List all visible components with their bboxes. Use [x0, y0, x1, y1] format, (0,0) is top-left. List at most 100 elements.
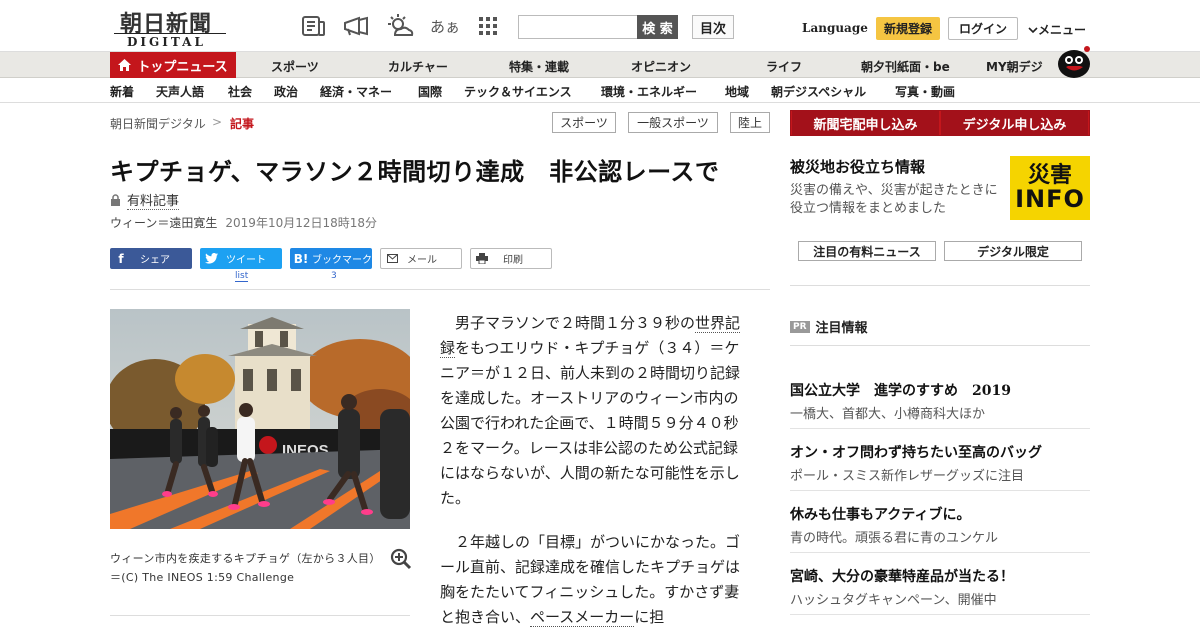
ad-title[interactable]: オン・オフ問わず持ちたい至高のバッグ [790, 442, 1042, 462]
mail-share-label: メール [407, 255, 437, 266]
twitter-count[interactable]: list [235, 271, 249, 282]
pr-badge: PR [790, 320, 810, 333]
twitter-share-button[interactable]: ツイート [200, 248, 282, 269]
table-of-contents-button[interactable]: 目次 [692, 15, 734, 39]
breadcrumb-separator: > [212, 115, 223, 129]
chevron-down-icon [1028, 27, 1038, 34]
primary-nav: トップニュース スポーツ カルチャー 特集・連載 オピニオン ライフ 朝夕刊紙面… [0, 46, 1200, 78]
divider [790, 285, 1090, 286]
nav2-photo[interactable]: 写真・動画 [895, 83, 955, 100]
megaphone-icon[interactable] [342, 12, 370, 40]
menu-button[interactable]: メニュー [1028, 21, 1086, 38]
para2-b: に担 [634, 608, 665, 626]
print-icon [471, 248, 493, 269]
nav-opinion[interactable]: オピニオン [631, 58, 691, 75]
facebook-share-button[interactable]: f シェア [110, 248, 192, 269]
ad-desc: 一橋大、首都大、小樽商科大ほか [790, 407, 986, 422]
nav2-tenseijingo[interactable]: 天声人語 [156, 83, 204, 100]
nav2-tech[interactable]: テック＆サイエンス [464, 83, 572, 100]
ad-title[interactable]: 宮崎、大分の豪華特産品が当たる！ [790, 566, 1014, 586]
mail-share-button[interactable]: メール [380, 248, 462, 269]
pacemaker-link[interactable]: ペースメーカー [530, 608, 635, 627]
search-input[interactable] [518, 15, 638, 39]
divider [790, 552, 1090, 553]
article-paragraph: ２年越しの「目標」がついにかなった。ゴール直前、記録達成を確信したキプチョゲは胸… [440, 530, 750, 630]
divider [110, 289, 770, 290]
nav-culture[interactable]: カルチャー [388, 58, 448, 75]
weather-icon[interactable] [386, 12, 414, 40]
zoom-icon[interactable] [390, 548, 412, 570]
hatena-count[interactable]: 3 [331, 271, 337, 281]
nav-top-news[interactable]: トップニュース [110, 52, 236, 78]
article-paragraph: 男子マラソンで２時間１分３９秒の世界記録をもつエリウド・キプチョゲ（３４）＝ケニ… [440, 311, 750, 511]
hatena-bookmark-label: ブックマーク [312, 255, 372, 266]
language-link[interactable]: Language [802, 21, 868, 35]
nav2-international[interactable]: 国際 [418, 83, 442, 100]
logo-en: DIGITAL [127, 35, 206, 49]
article-photo[interactable]: INEOS [110, 309, 410, 529]
register-button[interactable]: 新規登録 [876, 17, 940, 40]
site-logo[interactable]: 朝日新聞 DIGITAL [112, 6, 230, 49]
menu-label: メニュー [1038, 23, 1087, 37]
byline: ウィーン＝遠田寛生 2019年10月12日18時18分 [110, 214, 377, 231]
nav2-special[interactable]: 朝デジスペシャル [771, 83, 866, 100]
pr-title: 注目情報 [815, 321, 868, 336]
site-header: 朝日新聞 DIGITAL あぁ 検 索 目次 Language 新規登録 ログイ… [0, 0, 1200, 52]
breadcrumb-current: 記事 [230, 117, 255, 131]
disaster-info-title[interactable]: 被災地お役立ち情報 [790, 156, 925, 177]
paid-article-label: 有料記事 [110, 190, 180, 210]
mail-icon [381, 248, 403, 269]
disaster-info-desc: 災害の備えや、災害が起きたときに役立つ情報をまとめました [790, 183, 998, 216]
divider [110, 615, 410, 616]
ad-desc: 青の時代。頑張る君に青のユンケル [790, 531, 999, 546]
nav-my-asadigi[interactable]: MY朝デジ [986, 58, 1043, 75]
tag-sports[interactable]: スポーツ [552, 112, 616, 133]
hatena-icon: B! [293, 251, 309, 266]
paid-article-text[interactable]: 有料記事 [127, 190, 180, 210]
disaster-banner-bottom: INFO [1015, 185, 1085, 213]
nav-sports[interactable]: スポーツ [271, 58, 319, 75]
nav2-economy[interactable]: 経済・マネー [320, 83, 392, 100]
tag-general-sports[interactable]: 一般スポーツ [628, 112, 718, 133]
home-icon [118, 59, 132, 71]
nav2-politics[interactable]: 政治 [274, 83, 298, 100]
photo-caption: ウィーン市内を疾走するキプチョゲ（左から３人目）＝(C) The INEOS 1… [110, 552, 376, 584]
tag-athletics[interactable]: 陸上 [730, 112, 770, 133]
nav-top-news-label: トップニュース [137, 59, 228, 75]
ad-title[interactable]: 休みも仕事もアクティブに。 [790, 504, 970, 524]
divider [790, 428, 1090, 429]
nav-life[interactable]: ライフ [766, 58, 802, 75]
ad-title[interactable]: 国公立大学 進学のすすめ 2019 [790, 380, 1011, 400]
paid-news-button[interactable]: 注目の有料ニュース [798, 241, 936, 261]
font-size-icon[interactable]: あぁ [430, 12, 460, 40]
breadcrumb-home[interactable]: 朝日新聞デジタル [110, 115, 206, 132]
digital-only-button[interactable]: デジタル限定 [944, 241, 1082, 261]
article-title: キプチョゲ、マラソン２時間切り達成 非公認レースで [110, 158, 720, 186]
subscribe-paper-button[interactable]: 新聞宅配申し込み [792, 111, 939, 135]
subscribe-digital-button[interactable]: デジタル申し込み [941, 111, 1088, 135]
nav-features[interactable]: 特集・連載 [509, 58, 569, 75]
facebook-share-label: シェア [140, 255, 170, 266]
print-button[interactable]: 印刷 [470, 248, 552, 269]
disaster-banner-top: 災害 [1027, 163, 1072, 188]
grid-icon[interactable] [474, 12, 502, 40]
login-button[interactable]: ログイン [948, 17, 1018, 40]
mascot-icon [1056, 44, 1092, 78]
author: ウィーン＝遠田寛生 [110, 216, 218, 230]
para1-b: をもつエリウド・キプチョゲ（３４）＝ケニア＝が１２日、前人未到の２時間切り記録を… [440, 339, 741, 507]
nav2-society[interactable]: 社会 [228, 83, 252, 100]
lock-icon [111, 194, 120, 206]
secondary-nav: 新着 天声人語 社会 政治 経済・マネー 国際 テック＆サイエンス 環境・エネル… [0, 79, 1200, 103]
disaster-info-banner[interactable]: 災害 INFO [1010, 156, 1090, 220]
divider [790, 614, 1090, 615]
ad-desc: ポール・スミス新作レザーグッズに注目 [790, 469, 1025, 484]
search-button[interactable]: 検 索 [637, 15, 678, 39]
hatena-bookmark-button[interactable]: B! ブックマーク [290, 248, 372, 269]
paper-icon[interactable] [300, 12, 328, 40]
nav2-new[interactable]: 新着 [110, 83, 134, 100]
nav2-environment[interactable]: 環境・エネルギー [601, 83, 697, 100]
nav-paper[interactable]: 朝夕刊紙面・be [861, 58, 950, 75]
facebook-icon: f [118, 251, 124, 266]
nav2-region[interactable]: 地域 [725, 83, 749, 100]
ad-desc: ハッシュタグキャンペーン、開催中 [790, 593, 997, 608]
